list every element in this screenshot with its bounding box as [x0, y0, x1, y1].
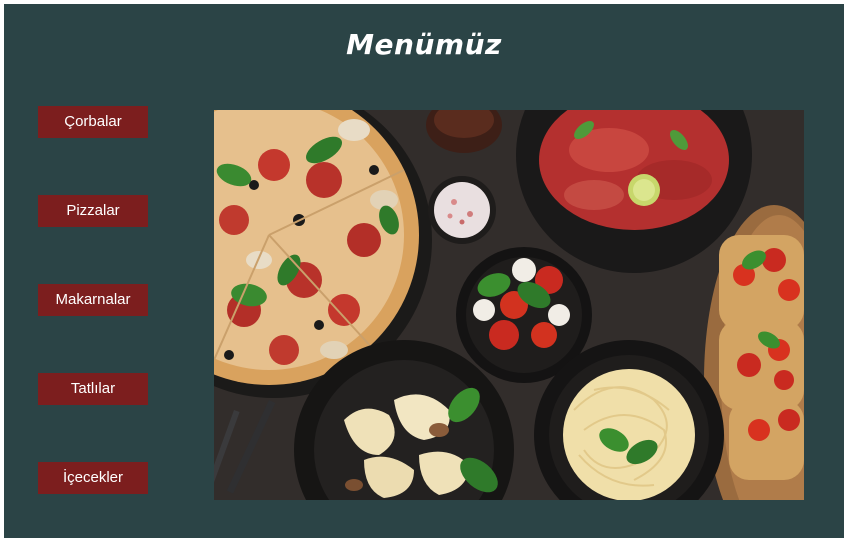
- nav-button-icecekler[interactable]: İçecekler: [38, 462, 148, 494]
- food-image: [214, 110, 804, 500]
- menu-page: Menümüz Çorbalar Pizzalar Makarnalar Tat…: [4, 4, 844, 538]
- nav-button-pizzalar[interactable]: Pizzalar: [38, 195, 148, 227]
- nav-button-tatlilar[interactable]: Tatlılar: [38, 373, 148, 405]
- nav-button-corbalar[interactable]: Çorbalar: [38, 106, 148, 138]
- category-nav: Çorbalar Pizzalar Makarnalar Tatlılar İç…: [38, 106, 150, 496]
- nav-button-makarnalar[interactable]: Makarnalar: [38, 284, 148, 316]
- food-illustration: [214, 110, 804, 500]
- page-title: Menümüz: [346, 28, 502, 61]
